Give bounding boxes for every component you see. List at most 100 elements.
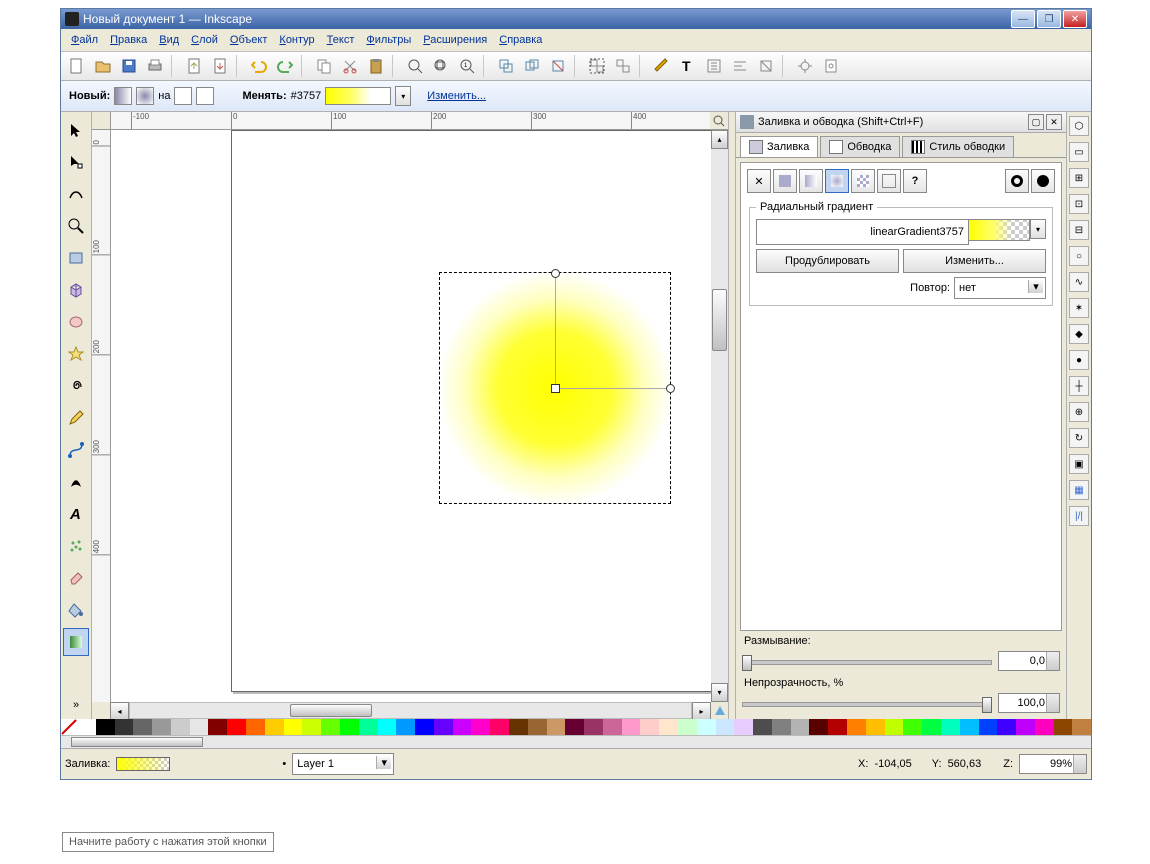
zoom-tool[interactable] — [63, 212, 89, 240]
transform-button[interactable] — [754, 54, 778, 78]
opacity-spin[interactable]: 100,0 — [998, 693, 1060, 713]
vertical-ruler[interactable]: 0 100 200 300 400 — [92, 130, 111, 702]
scroll-up-button[interactable]: ▴ — [711, 130, 728, 149]
tab-fill[interactable]: Заливка — [740, 136, 818, 157]
status-fill-swatch[interactable] — [116, 757, 170, 771]
zoom-field[interactable]: 99% — [1019, 754, 1087, 774]
bezier-tool[interactable] — [63, 436, 89, 464]
palette-swatch[interactable] — [753, 719, 772, 735]
palette-swatch[interactable] — [415, 719, 434, 735]
redo-button[interactable] — [273, 54, 297, 78]
palette-none-swatch[interactable] — [61, 719, 77, 735]
palette-swatch[interactable] — [622, 719, 641, 735]
palette-swatch[interactable] — [190, 719, 209, 735]
dock-resize-handle[interactable] — [728, 112, 736, 719]
gradient-handle-center[interactable] — [551, 384, 560, 393]
palette-swatch[interactable] — [903, 719, 922, 735]
node-tool[interactable] — [63, 148, 89, 176]
palette-swatch[interactable] — [547, 719, 566, 735]
menu-edit[interactable]: Правка — [104, 32, 153, 48]
palette-swatch[interactable] — [490, 719, 509, 735]
3dbox-tool[interactable] — [63, 276, 89, 304]
eraser-tool[interactable] — [63, 564, 89, 592]
edit-gradient-button[interactable]: Изменить... — [903, 249, 1046, 273]
palette-scrollbar[interactable] — [61, 735, 1091, 748]
menu-view[interactable]: Вид — [153, 32, 185, 48]
layer-select[interactable]: Layer 1 — [292, 753, 394, 775]
palette-swatch[interactable] — [791, 719, 810, 735]
snap-rotation-button[interactable]: ↻ — [1069, 428, 1089, 448]
paint-swatch-button[interactable] — [877, 169, 901, 193]
palette-swatch[interactable] — [809, 719, 828, 735]
palette-swatch[interactable] — [378, 719, 397, 735]
xml-editor-button[interactable] — [702, 54, 726, 78]
maximize-button[interactable]: ❐ — [1037, 10, 1061, 28]
palette-swatch[interactable] — [941, 719, 960, 735]
palette-swatch[interactable] — [528, 719, 547, 735]
menu-path[interactable]: Контур — [273, 32, 320, 48]
palette-swatch[interactable] — [979, 719, 998, 735]
blur-slider[interactable] — [742, 653, 992, 669]
canvas[interactable] — [111, 130, 711, 702]
palette-swatch[interactable] — [265, 719, 284, 735]
snap-page-button[interactable]: ▣ — [1069, 454, 1089, 474]
palette-swatch[interactable] — [716, 719, 735, 735]
paint-radial-button[interactable] — [825, 169, 849, 193]
palette-swatch[interactable] — [152, 719, 171, 735]
export-button[interactable] — [208, 54, 232, 78]
dock-iconify-button[interactable]: ▢ — [1028, 114, 1044, 130]
selected-rectangle[interactable] — [439, 272, 671, 504]
save-button[interactable] — [117, 54, 141, 78]
ungroup-button[interactable] — [611, 54, 635, 78]
palette-swatch[interactable] — [1016, 719, 1035, 735]
palette-swatch[interactable] — [171, 719, 190, 735]
color-palette[interactable] — [61, 719, 1091, 735]
copy-button[interactable] — [312, 54, 336, 78]
palette-swatch[interactable] — [453, 719, 472, 735]
zoom-page-button[interactable]: 1 — [455, 54, 479, 78]
palette-swatch[interactable] — [734, 719, 753, 735]
fill-stroke-button[interactable] — [650, 54, 674, 78]
palette-swatch[interactable] — [678, 719, 697, 735]
paint-none-button[interactable]: ✕ — [747, 169, 771, 193]
rectangle-tool[interactable] — [63, 244, 89, 272]
scroll-down-button[interactable]: ▾ — [711, 683, 728, 702]
ellipse-tool[interactable] — [63, 308, 89, 336]
palette-swatch[interactable] — [847, 719, 866, 735]
palette-swatch[interactable] — [640, 719, 659, 735]
palette-swatch[interactable] — [284, 719, 303, 735]
menu-help[interactable]: Справка — [493, 32, 548, 48]
fill-rule-evenodd-button[interactable] — [1005, 169, 1029, 193]
gradient-handle-focus[interactable] — [551, 269, 560, 278]
palette-swatch[interactable] — [509, 719, 528, 735]
spray-tool[interactable] — [63, 532, 89, 560]
menu-file[interactable]: Файл — [65, 32, 104, 48]
menu-layer[interactable]: Слой — [185, 32, 224, 48]
clone-button[interactable] — [520, 54, 544, 78]
pencil-tool[interactable] — [63, 404, 89, 432]
palette-swatch[interactable] — [321, 719, 340, 735]
paste-button[interactable] — [364, 54, 388, 78]
snap-bbox-midpoint-button[interactable]: ⊟ — [1069, 220, 1089, 240]
palette-swatch[interactable] — [1072, 719, 1091, 735]
gradient-tool[interactable] — [63, 628, 89, 656]
palette-swatch[interactable] — [1035, 719, 1054, 735]
palette-swatch[interactable] — [302, 719, 321, 735]
palette-swatch[interactable] — [603, 719, 622, 735]
blur-spin[interactable]: 0,0 — [998, 651, 1060, 671]
vertical-scrollbar[interactable]: ▴ ▾ — [711, 130, 728, 702]
zoom-ruler-button[interactable] — [710, 112, 728, 130]
snap-smooth-button[interactable]: ● — [1069, 350, 1089, 370]
new-file-button[interactable] — [65, 54, 89, 78]
tab-stroke-style[interactable]: Стиль обводки — [902, 136, 1014, 157]
undo-button[interactable] — [247, 54, 271, 78]
star-tool[interactable] — [63, 340, 89, 368]
radial-gradient-mode[interactable] — [136, 87, 154, 105]
duplicate-gradient-button[interactable]: Продублировать — [756, 249, 899, 273]
fill-rule-nonzero-button[interactable] — [1031, 169, 1055, 193]
expand-toolbox-icon[interactable]: » — [63, 691, 89, 719]
snap-cusp-button[interactable]: ◆ — [1069, 324, 1089, 344]
snap-bbox-edge-button[interactable]: ⊞ — [1069, 168, 1089, 188]
palette-swatch[interactable] — [565, 719, 584, 735]
zoom-drawing-button[interactable] — [429, 54, 453, 78]
